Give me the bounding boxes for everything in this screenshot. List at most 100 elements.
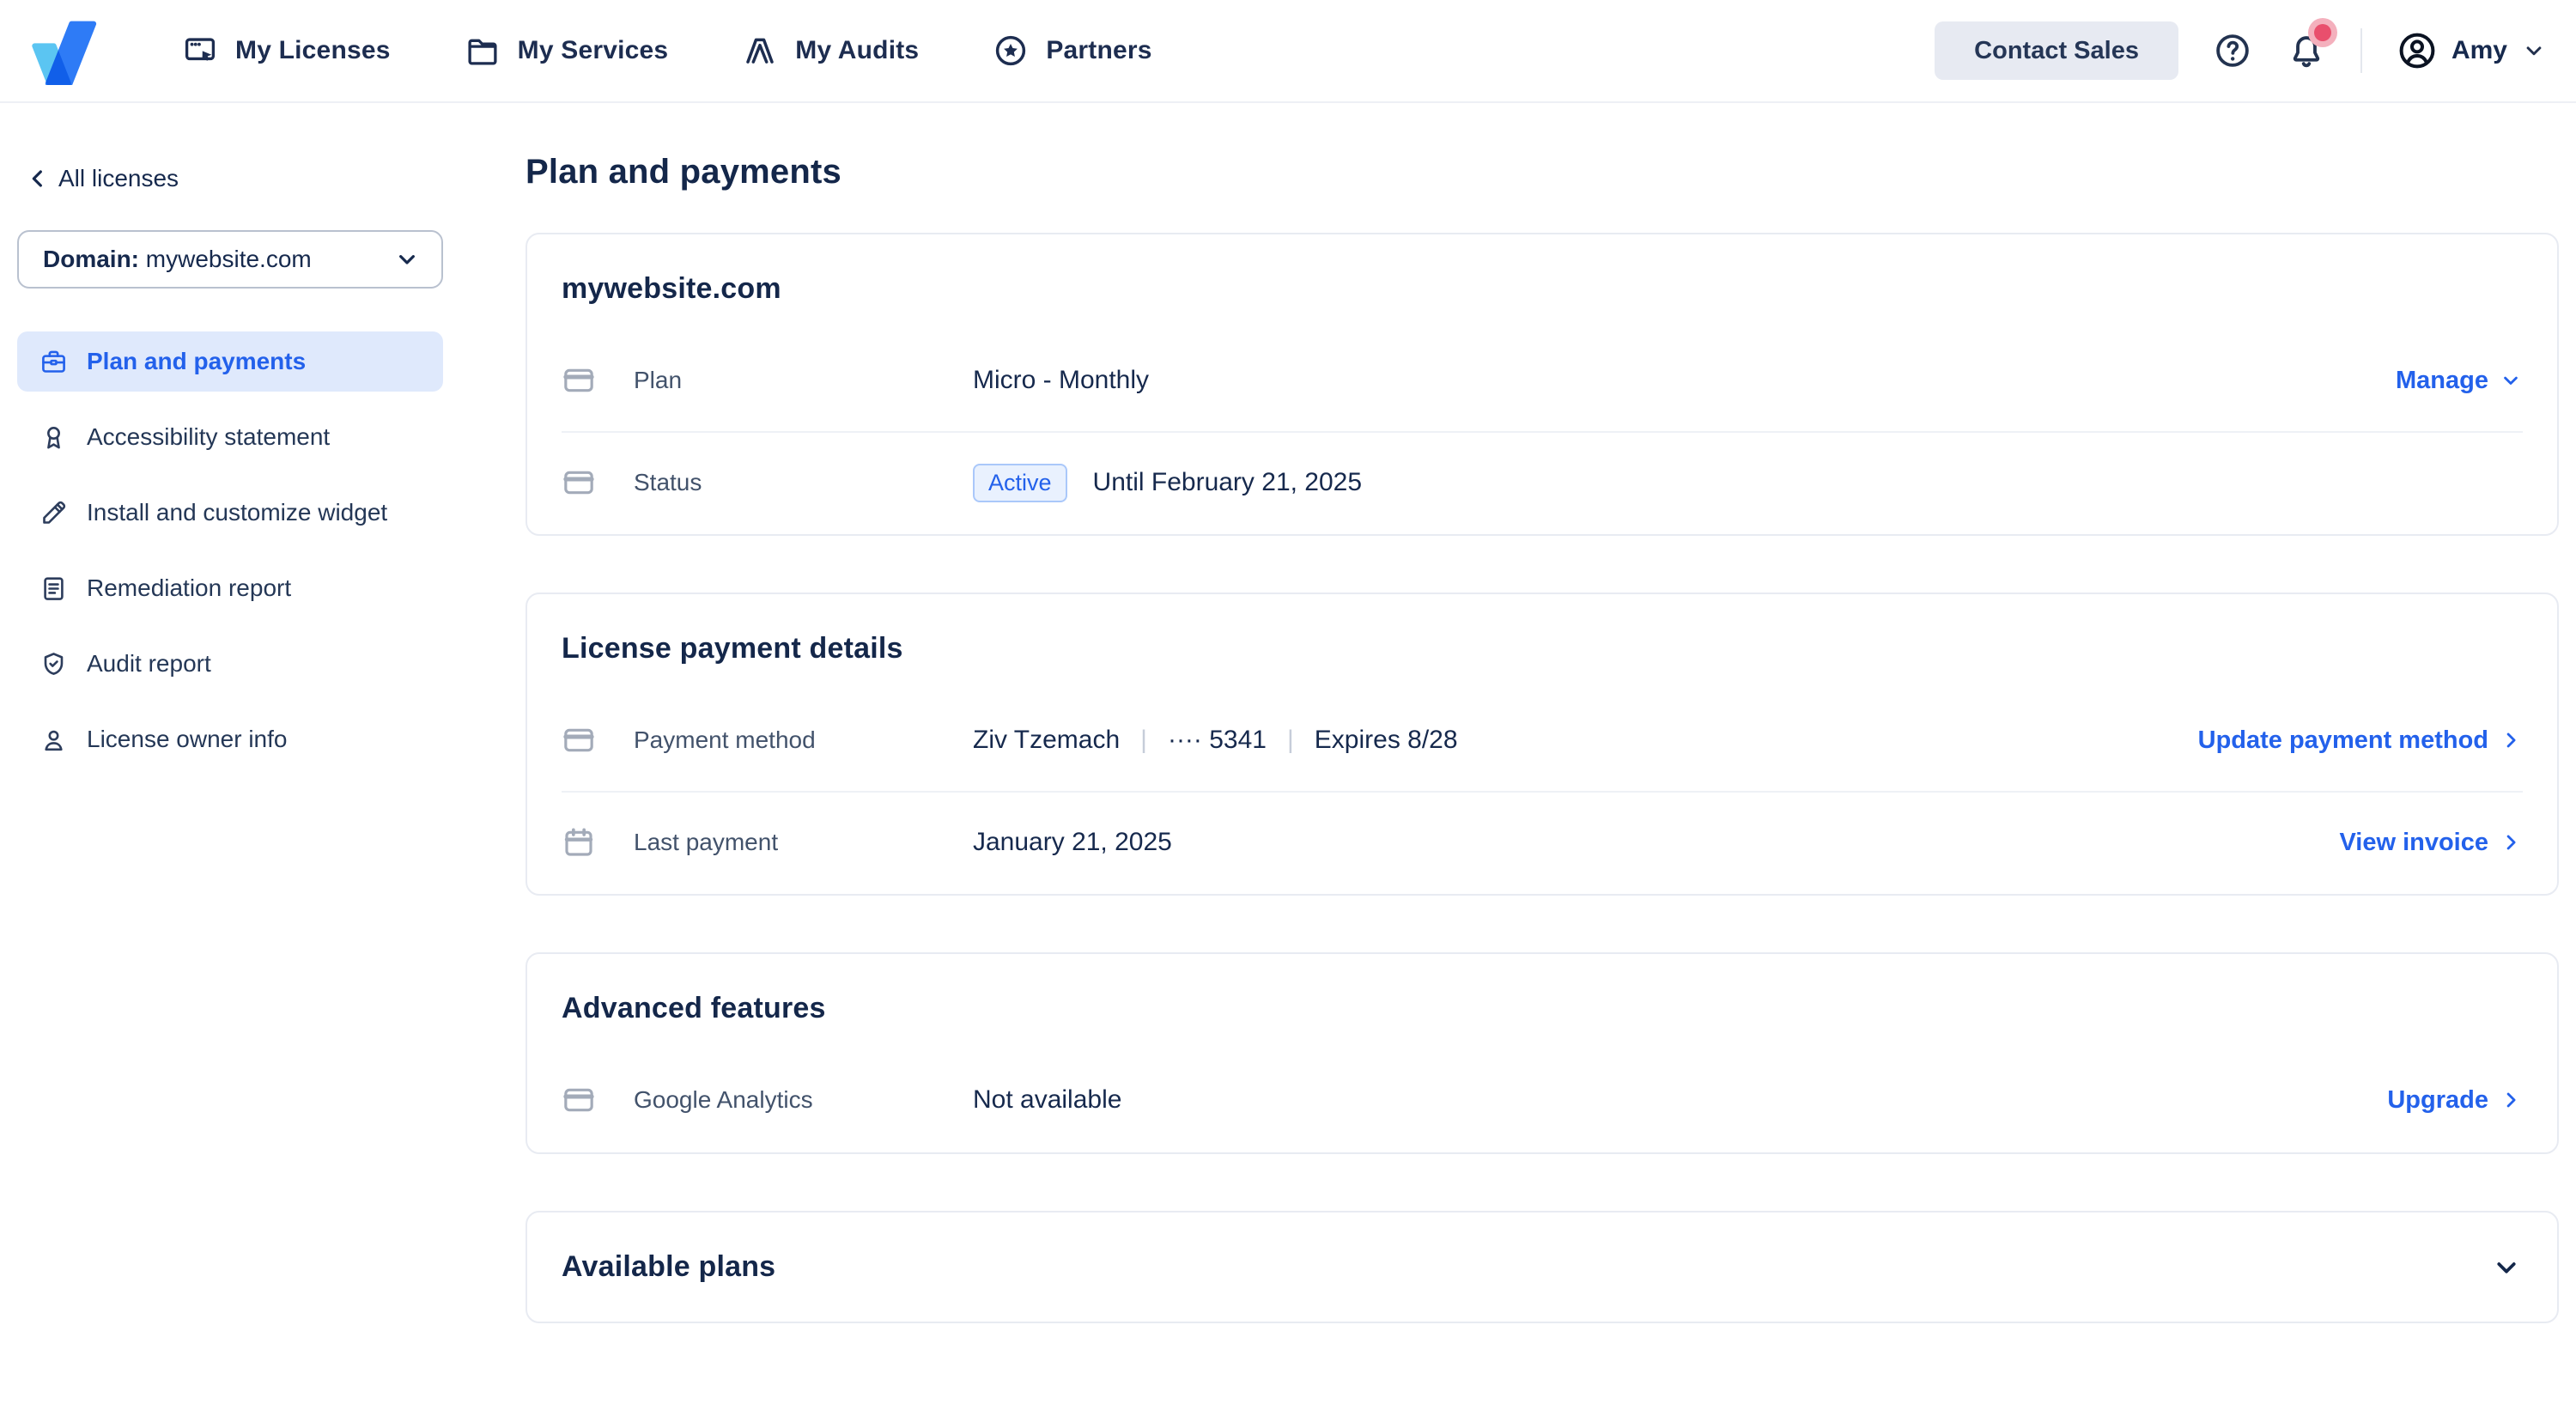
google-analytics-row: Google Analytics Not available Upgrade — [562, 1049, 2523, 1151]
sidebar-item-label: Install and customize widget — [87, 499, 387, 526]
chevron-right-icon — [2499, 728, 2523, 752]
back-link[interactable]: All licenses — [24, 165, 443, 192]
main-content: Plan and payments mywebsite.com Plan Mic… — [508, 103, 2576, 1410]
advanced-features-card: Advanced features Google Analytics Not a… — [526, 952, 2559, 1154]
nav-item-label: My Services — [518, 36, 669, 65]
status-row: Status Active Until February 21, 2025 — [562, 431, 2523, 532]
status-label: Status — [634, 469, 973, 496]
nav-item-label: My Licenses — [235, 36, 391, 65]
back-link-label: All licenses — [58, 165, 179, 192]
cardholder-name: Ziv Tzemach — [973, 726, 1120, 755]
sidebar-nav: Plan and payments Accessibility statemen… — [17, 331, 443, 769]
available-plans-card[interactable]: Available plans — [526, 1211, 2559, 1323]
top-bar-divider — [2360, 28, 2362, 73]
top-bar-actions: Contact Sales Amy — [1935, 21, 2547, 80]
sidebar-item-label: Remediation report — [87, 574, 291, 602]
payment-method-value: Ziv Tzemach | ···· 5341 | Expires 8/28 — [973, 726, 1458, 755]
payment-method-row: Payment method Ziv Tzemach | ···· 5341 |… — [562, 690, 2523, 791]
chevron-right-icon — [2499, 1088, 2523, 1112]
payment-card-title: License payment details — [562, 632, 2523, 665]
user-menu[interactable]: Amy — [2397, 30, 2547, 71]
sidebar-item-license-owner-info[interactable]: License owner info — [17, 709, 443, 769]
sidebar-item-label: Accessibility statement — [87, 423, 330, 451]
domain-card: mywebsite.com Plan Micro - Monthly Manag… — [526, 233, 2559, 536]
user-name: Amy — [2451, 36, 2507, 65]
plan-value: Micro - Monthly — [973, 366, 1149, 395]
audits-icon — [742, 33, 778, 69]
update-payment-method-label: Update payment method — [2198, 726, 2488, 755]
credit-card-icon — [562, 465, 596, 500]
chevron-left-icon — [24, 165, 52, 192]
nav-item-label: My Audits — [795, 36, 919, 65]
domain-card-title: mywebsite.com — [562, 272, 2523, 306]
domain-selector[interactable]: Domain: mywebsite.com — [17, 230, 443, 289]
last-payment-row: Last payment January 21, 2025 View invoi… — [562, 791, 2523, 892]
nav-item-label: Partners — [1046, 36, 1151, 65]
features-card-title: Advanced features — [562, 992, 2523, 1025]
credit-card-icon — [562, 363, 596, 398]
chevron-down-icon — [393, 246, 421, 273]
shield-check-icon — [39, 650, 68, 678]
manage-label: Manage — [2396, 367, 2488, 395]
view-invoice-link[interactable]: View invoice — [2339, 829, 2523, 857]
upgrade-label: Upgrade — [2387, 1086, 2488, 1115]
chevron-right-icon — [2499, 830, 2523, 854]
update-payment-method-link[interactable]: Update payment method — [2198, 726, 2523, 755]
page: My Licenses My Services My Audits Partne… — [0, 0, 2576, 1410]
folder-icon — [465, 33, 501, 69]
sidebar-item-label: Audit report — [87, 650, 211, 678]
card-last4: ···· 5341 — [1168, 726, 1267, 755]
value-separator: | — [1140, 726, 1147, 755]
brand-logo-icon — [26, 16, 100, 86]
last-payment-label: Last payment — [634, 829, 973, 856]
status-badge: Active — [973, 464, 1067, 502]
licenses-icon — [182, 33, 218, 69]
main-nav: My Licenses My Services My Audits Partne… — [182, 33, 1152, 69]
briefcase-icon — [39, 348, 68, 376]
sidebar-item-audit-report[interactable]: Audit report — [17, 634, 443, 694]
nav-item-my-licenses[interactable]: My Licenses — [182, 33, 391, 69]
payment-method-label: Payment method — [634, 726, 973, 754]
sidebar-item-label: Plan and payments — [87, 348, 306, 375]
star-circle-icon — [993, 33, 1029, 69]
contact-sales-button[interactable]: Contact Sales — [1935, 21, 2178, 80]
upgrade-link[interactable]: Upgrade — [2387, 1086, 2523, 1115]
nav-item-my-services[interactable]: My Services — [465, 33, 669, 69]
status-value: Until February 21, 2025 — [1093, 468, 1363, 497]
chevron-down-icon — [2521, 38, 2547, 64]
brand-logo[interactable] — [26, 15, 100, 86]
pencil-icon — [39, 499, 68, 527]
domain-selector-value: Domain: mywebsite.com — [43, 246, 312, 273]
sidebar-item-label: License owner info — [87, 726, 287, 753]
domain-selector-domain: mywebsite.com — [146, 246, 312, 272]
domain-selector-prefix: Domain: — [43, 246, 139, 272]
payment-details-card: License payment details Payment method Z… — [526, 593, 2559, 896]
calendar-icon — [562, 825, 596, 860]
plan-row: Plan Micro - Monthly Manage — [562, 330, 2523, 431]
sidebar-item-plan-and-payments[interactable]: Plan and payments — [17, 331, 443, 392]
google-analytics-label: Google Analytics — [634, 1086, 973, 1114]
file-text-icon — [39, 574, 68, 603]
sidebar: All licenses Domain: mywebsite.com Plan … — [0, 103, 508, 1410]
nav-item-partners[interactable]: Partners — [993, 33, 1151, 69]
google-analytics-value: Not available — [973, 1085, 1121, 1115]
page-title: Plan and payments — [526, 153, 2559, 191]
sidebar-item-remediation-report[interactable]: Remediation report — [17, 558, 443, 618]
top-bar: My Licenses My Services My Audits Partne… — [0, 0, 2576, 103]
chevron-down-icon — [2499, 368, 2523, 392]
view-invoice-label: View invoice — [2339, 829, 2488, 857]
help-icon[interactable] — [2213, 31, 2252, 70]
notifications-bell-icon[interactable] — [2287, 31, 2326, 70]
credit-card-icon — [562, 1083, 596, 1117]
plan-label: Plan — [634, 367, 973, 394]
manage-dropdown[interactable]: Manage — [2396, 367, 2523, 395]
sidebar-item-accessibility-statement[interactable]: Accessibility statement — [17, 407, 443, 467]
award-icon — [39, 423, 68, 452]
last-payment-value: January 21, 2025 — [973, 828, 1172, 857]
credit-card-icon — [562, 723, 596, 757]
sidebar-item-install-widget[interactable]: Install and customize widget — [17, 483, 443, 543]
card-expiry: Expires 8/28 — [1315, 726, 1458, 755]
user-icon — [39, 726, 68, 754]
chevron-down-icon — [2490, 1251, 2523, 1284]
nav-item-my-audits[interactable]: My Audits — [742, 33, 919, 69]
